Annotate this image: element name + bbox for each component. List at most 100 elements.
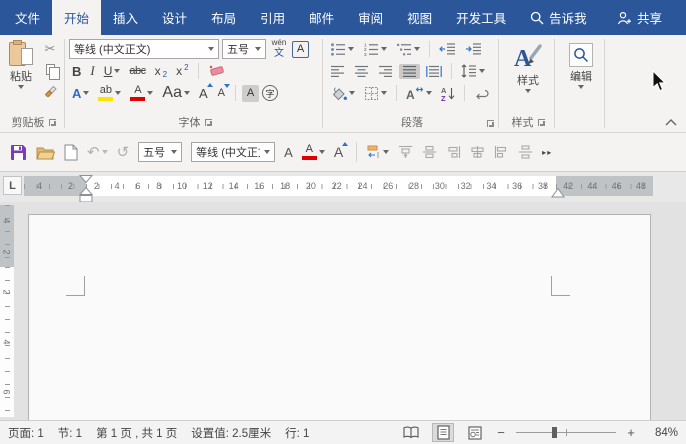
tab-layout[interactable]: 布局 xyxy=(199,0,248,35)
qat-font-button[interactable]: A xyxy=(284,145,293,160)
tab-file[interactable]: 文件 xyxy=(3,0,52,35)
justify-button[interactable] xyxy=(399,64,420,79)
font-color-button[interactable]: A xyxy=(127,84,156,102)
center-horizontal-button-disabled[interactable] xyxy=(470,145,485,159)
line-spacing-button[interactable] xyxy=(458,63,488,79)
superscript-button[interactable]: x2 xyxy=(173,63,191,79)
multilevel-list-button[interactable] xyxy=(393,41,423,58)
align-right-edge-button-disabled[interactable] xyxy=(446,145,461,159)
bullets-button[interactable] xyxy=(327,41,357,58)
paste-button[interactable]: 粘贴 xyxy=(4,38,38,98)
align-middle-button-disabled[interactable] xyxy=(422,145,437,159)
undo-button[interactable]: ↶ xyxy=(87,143,108,161)
zoom-in-button[interactable]: + xyxy=(626,425,636,440)
grow-font-button[interactable]: A xyxy=(196,85,212,102)
align-left-button[interactable] xyxy=(327,64,348,79)
status-page-of[interactable]: 第 1 页 , 共 1 页 xyxy=(96,425,177,441)
status-page-number[interactable]: 页面: 1 xyxy=(8,425,44,441)
change-case-button[interactable]: Aa xyxy=(159,83,193,103)
subscript-button[interactable]: x2 xyxy=(152,63,170,79)
styles-dialog-launcher[interactable] xyxy=(538,119,545,126)
cut-button[interactable]: ✂ xyxy=(40,40,60,58)
underline-button[interactable]: U xyxy=(101,63,124,79)
align-left-edge-button-disabled[interactable] xyxy=(494,145,509,159)
decrease-indent-button[interactable] xyxy=(436,41,459,57)
tab-stop-selector[interactable]: L xyxy=(3,176,22,195)
format-painter-button[interactable] xyxy=(40,80,60,98)
character-shading-button[interactable]: A xyxy=(242,85,259,102)
character-border-button[interactable]: A xyxy=(292,41,309,58)
text-effects-button[interactable]: A xyxy=(69,85,92,102)
print-layout-icon xyxy=(437,425,450,440)
new-document-button[interactable] xyxy=(64,144,78,161)
italic-button[interactable]: I xyxy=(87,62,97,80)
qat-font-color-button[interactable]: A xyxy=(302,144,325,160)
qat-font-name-select[interactable]: 等线 (中文正文) xyxy=(191,142,275,162)
qat-indent-button[interactable] xyxy=(366,145,389,159)
align-center-button[interactable] xyxy=(351,64,372,79)
bold-button[interactable]: B xyxy=(69,63,84,80)
zoom-slider-handle[interactable] xyxy=(552,427,557,438)
share-button[interactable]: 共享 xyxy=(605,0,674,35)
shrink-font-button[interactable]: A xyxy=(215,86,229,100)
tell-me-label: 告诉我 xyxy=(549,8,587,27)
show-hide-marks-button[interactable] xyxy=(471,86,492,101)
distribute-vertical-icon xyxy=(518,145,533,159)
tab-review[interactable]: 审阅 xyxy=(346,0,395,35)
right-indent-marker[interactable] xyxy=(551,188,565,198)
numbering-button[interactable]: 123 xyxy=(360,41,390,58)
indent-markers[interactable] xyxy=(79,175,93,203)
zoom-level[interactable]: 84% xyxy=(646,427,678,439)
increase-indent-button[interactable] xyxy=(462,41,485,57)
copy-button[interactable] xyxy=(40,60,60,78)
pinyin-guide-button[interactable]: wén文 xyxy=(269,38,289,60)
align-top-button-disabled[interactable] xyxy=(398,145,413,159)
font-name-select[interactable]: 等线 (中文正文) xyxy=(69,39,219,59)
redo-button[interactable]: ↺ xyxy=(117,143,130,161)
distribute-button[interactable] xyxy=(423,64,445,79)
paragraph-dialog-launcher[interactable] xyxy=(487,120,494,127)
qat-grow-font-button[interactable]: A xyxy=(334,144,347,160)
align-right-button[interactable] xyxy=(375,64,396,79)
styles-button[interactable]: A 样式 xyxy=(503,38,553,114)
tab-references[interactable]: 引用 xyxy=(248,0,297,35)
asian-layout-button[interactable]: A xyxy=(403,85,435,101)
status-line-number[interactable]: 行: 1 xyxy=(285,425,309,441)
tab-developer[interactable]: 开发工具 xyxy=(444,0,518,35)
folder-icon xyxy=(36,145,55,160)
highlight-color-button[interactable]: ab xyxy=(95,84,124,102)
read-mode-button[interactable] xyxy=(400,423,422,442)
tab-mailings[interactable]: 邮件 xyxy=(297,0,346,35)
zoom-slider[interactable] xyxy=(516,426,616,439)
web-layout-button[interactable] xyxy=(464,423,486,442)
sort-button[interactable]: AZ xyxy=(438,85,458,102)
clear-formatting-button[interactable] xyxy=(205,63,228,79)
enclose-characters-button[interactable]: 字 xyxy=(262,85,278,101)
distribute-vertical-button-disabled[interactable] xyxy=(518,145,533,159)
document-page[interactable] xyxy=(28,214,651,422)
status-section[interactable]: 节: 1 xyxy=(58,425,82,441)
font-size-select[interactable]: 五号 xyxy=(222,39,266,59)
zoom-out-button[interactable]: − xyxy=(496,425,506,440)
borders-button[interactable] xyxy=(361,85,390,102)
shading-button[interactable] xyxy=(327,85,358,102)
clipboard-dialog-launcher[interactable] xyxy=(49,119,56,126)
status-vertical-position[interactable]: 设置值: 2.5厘米 xyxy=(191,425,271,441)
tell-me-box[interactable]: 告诉我 xyxy=(518,0,599,35)
toolbar-overflow-button[interactable]: ▸▸ xyxy=(542,148,552,157)
qat-font-size-select[interactable]: 五号 xyxy=(138,142,182,162)
print-layout-button[interactable] xyxy=(432,423,454,442)
tab-view[interactable]: 视图 xyxy=(395,0,444,35)
strikethrough-button[interactable]: abc xyxy=(126,64,148,78)
font-dialog-launcher[interactable] xyxy=(205,119,212,126)
margin-corner-mark-right xyxy=(551,276,570,296)
collapse-ribbon-button[interactable] xyxy=(665,119,677,126)
tab-home[interactable]: 开始 xyxy=(52,0,101,35)
open-button[interactable] xyxy=(36,145,55,160)
ruler-number: 4 xyxy=(2,339,12,344)
tab-design[interactable]: 设计 xyxy=(150,0,199,35)
tab-insert[interactable]: 插入 xyxy=(101,0,150,35)
editing-button[interactable]: 编辑 xyxy=(559,38,603,114)
vertical-ruler[interactable]: 42 246 xyxy=(0,205,14,417)
save-button[interactable] xyxy=(10,144,27,161)
